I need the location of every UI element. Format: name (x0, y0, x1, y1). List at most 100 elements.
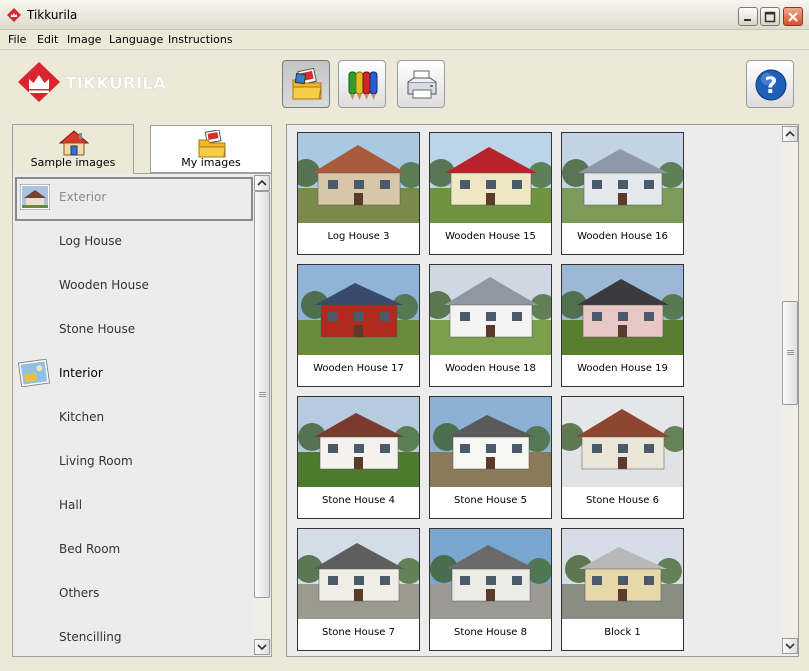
image-gallery: Log House 3 Wooden House 15 Wooden House 1… (286, 124, 799, 657)
category-label: Wooden House (59, 278, 149, 292)
image-thumbnail[interactable]: Stone House 6 (561, 396, 684, 519)
image-thumbnail[interactable]: Log House 3 (297, 132, 420, 255)
house-photo (430, 133, 551, 223)
image-caption: Stone House 6 (586, 495, 659, 506)
scroll-down-button[interactable] (782, 638, 798, 654)
image-thumbnail[interactable]: Wooden House 18 (429, 264, 552, 387)
image-caption: Stone House 7 (322, 627, 395, 638)
menu-image[interactable]: Image (67, 33, 101, 46)
category-wooden-house[interactable]: Wooden House (15, 265, 253, 309)
image-caption: Log House 3 (327, 231, 390, 242)
house-photo (298, 397, 419, 487)
maximize-button[interactable] (760, 7, 780, 26)
tikkurila-app-icon (7, 8, 21, 22)
category-label: Others (59, 586, 100, 600)
menu-instructions[interactable]: Instructions (168, 33, 233, 46)
category-label: Bed Room (59, 542, 121, 556)
menu-file[interactable]: File (8, 33, 26, 46)
maximize-icon (764, 11, 776, 23)
help-button[interactable]: ? (746, 60, 794, 108)
gallery-scrollbar[interactable] (782, 125, 798, 656)
category-bed-room[interactable]: Bed Room (15, 529, 253, 573)
minimize-icon (744, 19, 751, 21)
image-thumbnail[interactable]: Block 1 (561, 528, 684, 651)
house-photo (430, 397, 551, 487)
category-label: Log House (59, 234, 122, 248)
category-interior[interactable]: Interior (15, 353, 253, 397)
house-photo (430, 529, 551, 619)
house-photo (298, 265, 419, 355)
image-caption: Stone House 8 (454, 627, 527, 638)
category-label: Stone House (59, 322, 136, 336)
close-button[interactable] (783, 7, 803, 26)
image-thumbnail[interactable]: Wooden House 19 (561, 264, 684, 387)
category-others[interactable]: Others (15, 573, 253, 617)
folder-images-icon (292, 68, 322, 100)
category-log-house[interactable]: Log House (15, 221, 253, 265)
tab-sample-images[interactable]: Sample images (12, 124, 134, 174)
scroll-down-button[interactable] (254, 639, 270, 655)
category-living-room[interactable]: Living Room (15, 441, 253, 485)
image-thumbnail[interactable]: Stone House 5 (429, 396, 552, 519)
window-title: Tikkurila (27, 8, 78, 22)
category-stone-house[interactable]: Stone House (15, 309, 253, 353)
arrow-up-icon (257, 179, 267, 186)
scroll-thumb[interactable] (782, 301, 798, 405)
image-caption: Wooden House 18 (445, 363, 536, 374)
image-thumbnail[interactable]: Stone House 4 (297, 396, 420, 519)
image-thumbnail[interactable]: Wooden House 17 (297, 264, 420, 387)
minimize-button[interactable] (738, 7, 758, 26)
house-photo (298, 529, 419, 619)
svg-text:?: ? (765, 74, 778, 99)
category-label: Interior (59, 366, 103, 380)
arrow-up-icon (785, 130, 795, 137)
image-caption: Wooden House 19 (577, 363, 668, 374)
help-icon: ? (755, 69, 787, 101)
printer-icon (407, 70, 437, 99)
house-icon (59, 130, 89, 156)
tab-my-images[interactable]: My images (150, 125, 272, 173)
tab-my-images-label: My images (181, 156, 241, 169)
toolbar: TIKKURILA ? (0, 51, 809, 123)
image-thumbnail[interactable]: Stone House 8 (429, 528, 552, 651)
category-label: Hall (59, 498, 83, 512)
open-images-button[interactable] (282, 60, 330, 108)
colors-button[interactable] (338, 60, 386, 108)
image-caption: Stone House 4 (322, 495, 395, 506)
image-thumbnail[interactable]: Stone House 7 (297, 528, 420, 651)
close-icon (788, 12, 798, 22)
scroll-up-button[interactable] (782, 126, 798, 142)
title-bar: Tikkurila (0, 0, 809, 30)
house-photo (562, 397, 683, 487)
exterior-photo-icon (20, 184, 50, 210)
house-photo (562, 265, 683, 355)
scroll-thumb[interactable] (254, 191, 270, 598)
category-label: Exterior (59, 190, 107, 204)
category-scrollbar[interactable] (254, 174, 270, 656)
category-exterior[interactable]: Exterior (15, 177, 253, 221)
category-label: Stencilling (59, 630, 122, 644)
image-caption: Wooden House 15 (445, 231, 536, 242)
category-label: Kitchen (59, 410, 105, 424)
image-thumbnail[interactable]: Wooden House 15 (429, 132, 552, 255)
arrow-down-icon (785, 643, 795, 650)
tikkurila-logo: TIKKURILA (18, 62, 167, 102)
house-photo (562, 133, 683, 223)
image-caption: Wooden House 17 (313, 363, 404, 374)
category-kitchen[interactable]: Kitchen (15, 397, 253, 441)
color-pencils-icon (348, 71, 378, 100)
menu-edit[interactable]: Edit (37, 33, 58, 46)
category-hall[interactable]: Hall (15, 485, 253, 529)
print-button[interactable] (397, 60, 445, 108)
menu-language[interactable]: Language (109, 33, 163, 46)
interior-photo-icon (18, 359, 50, 387)
category-label: Living Room (59, 454, 133, 468)
tab-sample-images-label: Sample images (30, 156, 116, 169)
house-photo (298, 133, 419, 223)
category-stencilling[interactable]: Stencilling (15, 617, 253, 656)
scroll-up-button[interactable] (254, 175, 270, 191)
image-thumbnail[interactable]: Wooden House 16 (561, 132, 684, 255)
category-list: Exterior Log House Wooden House Stone Ho… (12, 173, 272, 657)
arrow-down-icon (257, 644, 267, 651)
image-caption: Stone House 5 (454, 495, 527, 506)
